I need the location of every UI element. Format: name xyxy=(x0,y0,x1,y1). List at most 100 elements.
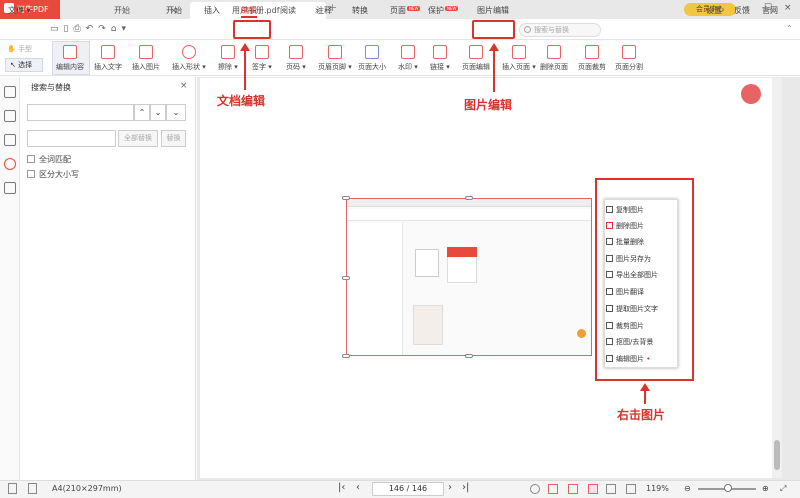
tool-edit-content[interactable]: 编辑内容 xyxy=(56,45,84,72)
floating-assistant-icon[interactable] xyxy=(741,84,761,104)
close-window-icon[interactable]: × xyxy=(784,3,792,13)
double-page-icon[interactable] xyxy=(588,484,598,494)
replace-all-button[interactable]: 全部替换 xyxy=(118,130,158,147)
zoom-out-icon[interactable]: ⊖ xyxy=(684,484,691,493)
scrollbar-thumb[interactable] xyxy=(774,440,780,470)
quick-access-icons[interactable]: ▭▯⎙↶↷⌂▾ xyxy=(50,24,131,34)
menu-edit-image[interactable]: 编辑图片 • xyxy=(606,354,650,364)
search-input[interactable]: 搜索与替换 xyxy=(519,23,601,37)
menu-read[interactable]: 阅读 xyxy=(280,5,296,16)
fullscreen-icon[interactable] xyxy=(626,484,636,494)
page-indicator[interactable]: 146 / 146 xyxy=(372,482,444,496)
eraser-icon xyxy=(220,45,235,59)
tool-insert-image[interactable]: 插入图片 xyxy=(132,45,160,72)
prev-page-icon[interactable]: ‹ xyxy=(356,482,360,493)
tool-insert-page[interactable]: 插入页面 ▾ xyxy=(502,45,536,72)
menu-annotate[interactable]: 注释 xyxy=(316,5,332,16)
chevron-up-icon[interactable]: ⌃ xyxy=(786,24,793,33)
fit-width-icon[interactable] xyxy=(606,484,616,494)
menu-start[interactable]: 开始 xyxy=(166,5,182,16)
tab-home[interactable]: 开始 × xyxy=(62,2,182,19)
close-icon[interactable]: × xyxy=(180,81,188,91)
menu-file[interactable]: 文件 ▾ xyxy=(8,5,31,16)
tool-delete-page[interactable]: 删除页面 xyxy=(540,45,568,72)
search-panel-icon[interactable] xyxy=(4,158,16,170)
arrow-line xyxy=(493,50,495,92)
next-page-icon[interactable]: › xyxy=(448,482,452,493)
whole-word-checkbox[interactable] xyxy=(27,155,35,163)
menu-website[interactable]: 官网 xyxy=(762,5,778,16)
tool-label: 页面大小 xyxy=(358,63,386,71)
delete-icon xyxy=(606,222,613,229)
attachment-icon[interactable] xyxy=(4,182,16,194)
single-page-icon[interactable] xyxy=(548,484,558,494)
selected-image[interactable] xyxy=(346,198,592,356)
page-view-icon[interactable] xyxy=(8,483,17,494)
tool-sign[interactable]: 签字 ▾ xyxy=(252,45,272,72)
tool-page-crop[interactable]: 页面裁剪 xyxy=(578,45,606,72)
menu-delete-image[interactable]: 删除图片 xyxy=(606,221,644,231)
insert-image-icon xyxy=(139,45,153,59)
menu-translate-image[interactable]: 图片翻译 xyxy=(606,287,644,297)
menu-edit[interactable]: 编辑 xyxy=(241,5,257,18)
menu-save-image-as[interactable]: 图片另存为 xyxy=(606,254,651,264)
search-options-icon[interactable]: ⌄ xyxy=(166,104,186,121)
menu-remove-background[interactable]: 抠图/去背景 xyxy=(606,337,653,347)
menu-batch-delete[interactable]: 批量删除 xyxy=(606,237,644,247)
resize-handle[interactable] xyxy=(465,354,473,358)
panel-title: 搜索与替换 xyxy=(31,83,71,92)
menu-copy-image[interactable]: 复制图片 xyxy=(606,205,644,215)
menu-crop-image[interactable]: 裁剪图片 xyxy=(606,321,644,331)
menu-export-all-images[interactable]: 导出全部图片 xyxy=(606,270,658,280)
resize-handle[interactable] xyxy=(342,196,350,200)
save-icon xyxy=(606,255,613,262)
resize-handle[interactable] xyxy=(465,196,473,200)
menu-protect[interactable]: 保护 NEW xyxy=(428,5,459,16)
bookmark-icon[interactable] xyxy=(4,86,16,98)
menu-insert[interactable]: 插入 xyxy=(204,5,220,16)
fit-page-icon[interactable] xyxy=(28,483,37,494)
tool-watermark[interactable]: 水印 ▾ xyxy=(398,45,418,72)
first-page-icon[interactable]: |‹ xyxy=(338,482,345,493)
zoom-in-icon[interactable]: ⊕ xyxy=(762,484,769,493)
edit-tab-highlight xyxy=(233,20,271,39)
thumbnails-icon[interactable] xyxy=(4,110,16,122)
tool-insert-shape[interactable]: 插入形状 ▾ xyxy=(172,45,206,72)
menu-image-edit[interactable]: 图片编辑 xyxy=(477,5,509,16)
menu-settings[interactable]: 设置 xyxy=(706,5,722,16)
vertical-scrollbar[interactable] xyxy=(772,78,782,478)
replace-button[interactable]: 替换 xyxy=(161,130,186,147)
rotate-icon[interactable] xyxy=(530,484,540,494)
fit-icon[interactable]: ⤢ xyxy=(780,484,786,494)
tool-insert-text[interactable]: 插入文字 xyxy=(94,45,122,72)
continuous-page-icon[interactable] xyxy=(568,484,578,494)
resize-handle[interactable] xyxy=(342,276,350,280)
tool-page-number[interactable]: 页码 ▾ xyxy=(286,45,306,72)
tool-page-split[interactable]: 页面分割 xyxy=(615,45,643,72)
tool-link[interactable]: 链接 ▾ xyxy=(430,45,450,72)
tab-home-label: 开始 xyxy=(114,6,130,15)
menu-convert[interactable]: 转换 xyxy=(352,5,368,16)
comment-icon[interactable] xyxy=(4,134,16,146)
replace-text-field[interactable] xyxy=(27,130,116,147)
menu-page[interactable]: 页面 NEW xyxy=(390,5,421,16)
menu-feedback[interactable]: 反馈 xyxy=(734,5,750,16)
tool-erase[interactable]: 擦除 ▾ xyxy=(218,45,238,72)
tool-label: 插入形状 xyxy=(172,63,200,71)
resize-handle[interactable] xyxy=(342,354,350,358)
tool-page-edit[interactable]: 页面编辑 xyxy=(462,45,490,72)
edit-image-icon xyxy=(606,355,613,362)
zoom-slider-knob[interactable] xyxy=(724,484,732,492)
chevron-up-icon[interactable]: ⌃ xyxy=(134,104,150,121)
search-text-field[interactable] xyxy=(27,104,134,121)
menu-extract-text[interactable]: 提取图片文字 xyxy=(606,304,658,314)
tool-page-size[interactable]: 页面大小 xyxy=(358,45,386,72)
chevron-down-icon[interactable]: ⌄ xyxy=(150,104,166,121)
zoom-level[interactable]: 119% xyxy=(646,484,669,493)
match-case-checkbox[interactable] xyxy=(27,170,35,178)
select-mode-button[interactable]: ↖ 选择 xyxy=(5,58,43,72)
tool-header-footer[interactable]: 页眉页脚 ▾ xyxy=(318,45,352,72)
hand-mode-button[interactable]: ✋ 手型 xyxy=(7,44,32,54)
last-page-icon[interactable]: ›| xyxy=(462,482,469,493)
magic-wand-icon xyxy=(606,338,613,345)
